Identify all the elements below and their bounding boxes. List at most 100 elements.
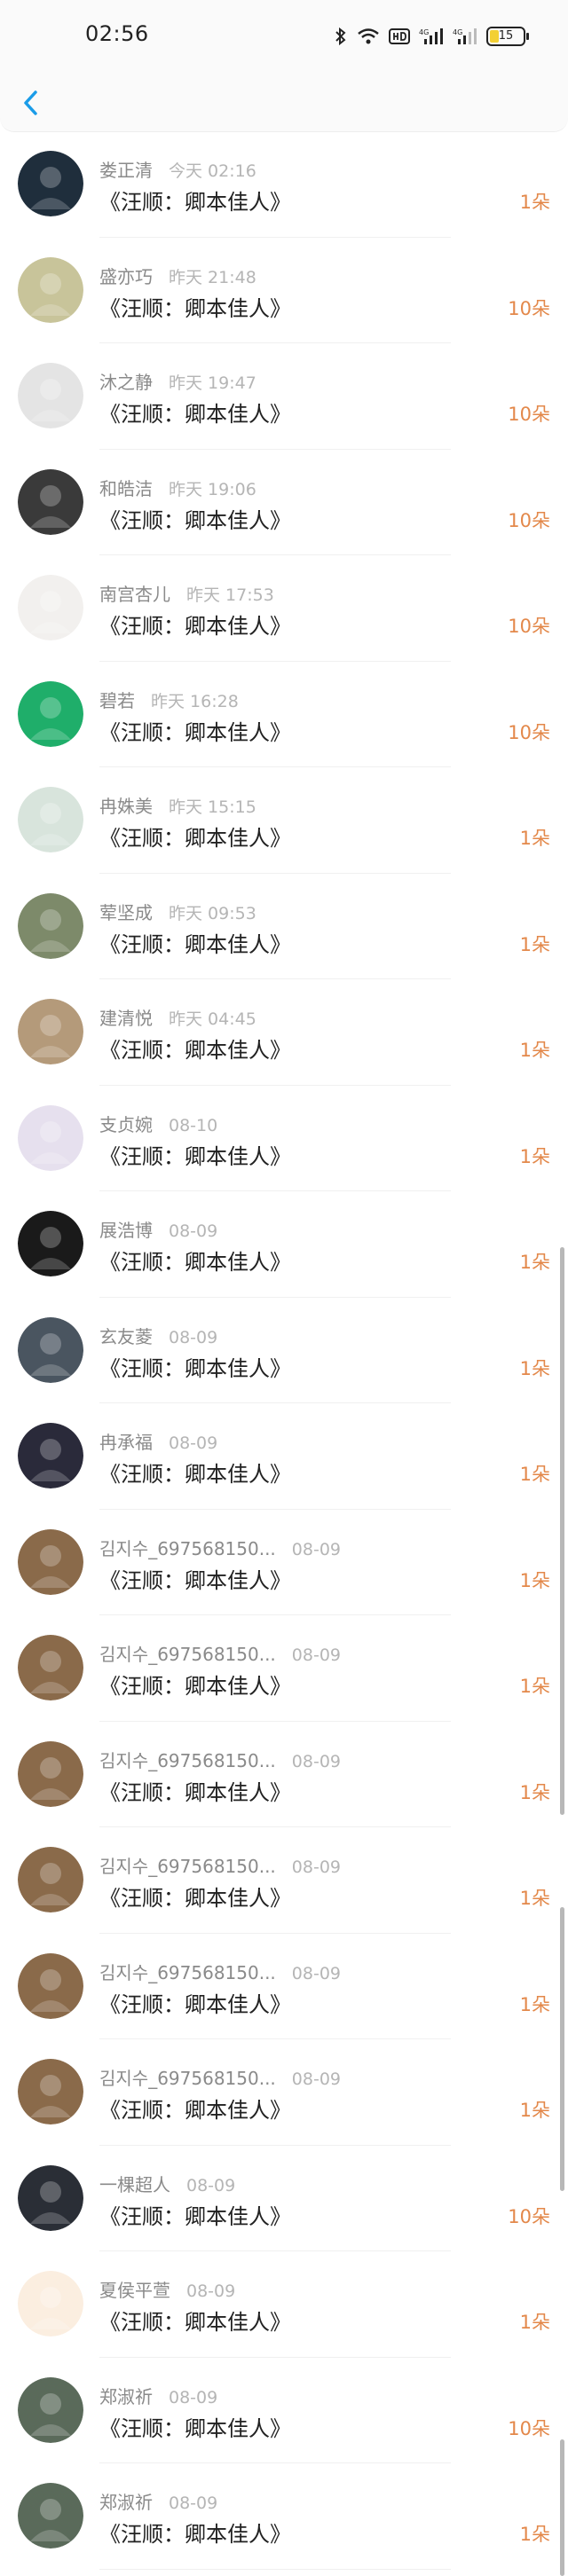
book-title[interactable]: 《汪顺：卿本佳人》 — [99, 1669, 291, 1700]
avatar[interactable] — [18, 2059, 83, 2124]
user-name[interactable]: 娄正清 — [99, 160, 153, 181]
list-item[interactable]: 支贞婉 08-10 《汪顺：卿本佳人》 1朵 — [0, 1086, 568, 1191]
flower-count: 10朵 — [508, 404, 550, 425]
avatar[interactable] — [18, 1211, 83, 1276]
list-item[interactable]: 玄友菱 08-09 《汪顺：卿本佳人》 1朵 — [0, 1298, 568, 1403]
book-title[interactable]: 《汪顺：卿本佳人》 — [99, 397, 291, 428]
book-title[interactable]: 《汪顺：卿本佳人》 — [99, 185, 291, 216]
book-title[interactable]: 《汪顺：卿本佳人》 — [99, 1139, 291, 1170]
user-name[interactable]: 和皓洁 — [99, 478, 153, 499]
book-title[interactable]: 《汪顺：卿本佳人》 — [99, 1457, 291, 1488]
avatar[interactable] — [18, 787, 83, 852]
avatar[interactable] — [18, 1952, 83, 2019]
list-item[interactable]: 김지수_697568150... 08-09 《汪顺：卿本佳人》 1朵 — [0, 1827, 568, 1934]
list-item[interactable]: 娄正清 今天 02:16 《汪顺：卿本佳人》 1朵 — [0, 131, 568, 238]
user-name[interactable]: 沐之静 — [99, 372, 153, 393]
user-name[interactable]: 김지수_697568150... — [99, 1644, 276, 1665]
book-title[interactable]: 《汪顺：卿本佳人》 — [99, 1033, 291, 1064]
avatar[interactable] — [18, 1316, 83, 1383]
user-name[interactable]: 郑淑祈 — [99, 2492, 153, 2513]
book-title[interactable]: 《汪顺：卿本佳人》 — [99, 1987, 291, 2018]
avatar[interactable] — [18, 1635, 83, 1700]
list-item[interactable]: 김지수_697568150... 08-09 《汪顺：卿本佳人》 1朵 — [0, 1722, 568, 1827]
avatar[interactable] — [18, 2376, 83, 2443]
avatar[interactable] — [18, 1847, 83, 1912]
list-item[interactable]: 一棵超人 08-09 《汪顺：卿本佳人》 10朵 — [0, 2146, 568, 2251]
list-item[interactable]: 和皓洁 昨天 19:06 《汪顺：卿本佳人》 10朵 — [0, 450, 568, 555]
user-name[interactable]: 一棵超人 — [99, 2174, 170, 2195]
book-title[interactable]: 《汪顺：卿本佳人》 — [99, 2411, 291, 2442]
avatar[interactable] — [18, 2483, 83, 2549]
user-name[interactable]: 김지수_697568150... — [99, 1538, 276, 1559]
avatar[interactable] — [18, 999, 83, 1064]
book-title[interactable]: 《汪顺：卿本佳人》 — [99, 503, 291, 534]
user-name[interactable]: 김지수_697568150... — [99, 1856, 276, 1877]
list-item[interactable]: 展浩博 08-09 《汪顺：卿本佳人》 1朵 — [0, 1191, 568, 1298]
avatar[interactable] — [18, 363, 83, 428]
list-item[interactable]: 冉承福 08-09 《汪顺：卿本佳人》 1朵 — [0, 1403, 568, 1510]
user-name[interactable]: 김지수_697568150... — [99, 2068, 276, 2089]
book-title[interactable]: 《汪顺：卿本佳人》 — [99, 1775, 291, 1806]
scrollbar-lower[interactable] — [560, 1907, 564, 2191]
list-item[interactable]: 建清悦 昨天 04:45 《汪顺：卿本佳人》 1朵 — [0, 979, 568, 1086]
book-title[interactable]: 《汪顺：卿本佳人》 — [99, 291, 291, 322]
book-title[interactable]: 《汪顺：卿本佳人》 — [99, 609, 291, 640]
book-title[interactable]: 《汪顺：卿本佳人》 — [99, 1563, 291, 1594]
list-item[interactable]: 김지수_697568150... 08-09 《汪顺：卿本佳人》 1朵 — [0, 1510, 568, 1615]
list-item[interactable]: 盛亦巧 昨天 21:48 《汪顺：卿本佳人》 10朵 — [0, 238, 568, 343]
user-name[interactable]: 碧若 — [99, 690, 135, 711]
list-item[interactable]: 김지수_697568150... 08-09 《汪顺：卿本佳人》 1朵 — [0, 2039, 568, 2146]
scrollbar[interactable] — [560, 1247, 564, 1815]
user-name[interactable]: 建清悦 — [99, 1008, 153, 1029]
book-title[interactable]: 《汪顺：卿本佳人》 — [99, 2517, 291, 2548]
user-name[interactable]: 김지수_697568150... — [99, 1750, 276, 1771]
list-item[interactable]: 郑淑祈 08-09 《汪顺：卿本佳人》 10朵 — [0, 2358, 568, 2463]
avatar[interactable] — [18, 256, 83, 323]
book-title[interactable]: 《汪顺：卿本佳人》 — [99, 821, 291, 852]
book-title[interactable]: 《汪顺：卿本佳人》 — [99, 1881, 291, 1912]
avatar[interactable] — [18, 468, 83, 535]
book-title[interactable]: 《汪顺：卿本佳人》 — [99, 2305, 291, 2336]
list-item[interactable]: 夏侯平萱 08-09 《汪顺：卿本佳人》 1朵 — [0, 2251, 568, 2358]
avatar[interactable] — [18, 1740, 83, 1807]
user-name[interactable]: 展浩博 — [99, 1220, 153, 1241]
list-item[interactable]: 冉姝美 昨天 15:15 《汪顺：卿本佳人》 1朵 — [0, 767, 568, 874]
user-name[interactable]: 玄友菱 — [99, 1326, 153, 1347]
user-name[interactable]: 盛亦巧 — [99, 266, 153, 287]
user-name[interactable]: 支贞婉 — [99, 1114, 153, 1135]
list-item[interactable]: 南宫杏儿 昨天 17:53 《汪顺：卿本佳人》 10朵 — [0, 555, 568, 662]
user-name[interactable]: 김지수_697568150... — [99, 1962, 276, 1983]
avatar[interactable] — [18, 575, 83, 640]
scrollbar-bottom[interactable] — [560, 2439, 564, 2576]
avatar[interactable] — [18, 2164, 83, 2231]
avatar[interactable] — [18, 2271, 83, 2336]
avatar[interactable] — [18, 680, 83, 747]
back-button[interactable] — [16, 87, 48, 119]
book-title[interactable]: 《汪顺：卿本佳人》 — [99, 1245, 291, 1276]
user-name[interactable]: 荤坚成 — [99, 902, 153, 923]
book-title[interactable]: 《汪顺：卿本佳人》 — [99, 715, 291, 746]
avatar[interactable] — [18, 892, 83, 959]
user-name[interactable]: 冉姝美 — [99, 796, 153, 817]
book-title[interactable]: 《汪顺：卿本佳人》 — [99, 2199, 291, 2230]
avatar[interactable] — [18, 1528, 83, 1595]
list-item[interactable]: 郑淑祈 08-09 《汪顺：卿本佳人》 1朵 — [0, 2463, 568, 2570]
list-item[interactable]: 碧若 昨天 16:28 《汪顺：卿本佳人》 10朵 — [0, 662, 568, 767]
user-name[interactable]: 南宫杏儿 — [99, 584, 170, 605]
list-item[interactable]: 荤坚成 昨天 09:53 《汪顺：卿本佳人》 1朵 — [0, 874, 568, 979]
avatar[interactable] — [18, 1423, 83, 1488]
book-title[interactable]: 《汪顺：卿本佳人》 — [99, 2093, 291, 2124]
user-name[interactable]: 郑淑祈 — [99, 2386, 153, 2407]
chevron-left-icon — [24, 90, 37, 115]
user-name-line: 郑淑祈 08-09 — [99, 2488, 217, 2514]
book-title[interactable]: 《汪顺：卿本佳人》 — [99, 927, 291, 958]
list-item[interactable]: 沐之静 昨天 19:47 《汪顺：卿本佳人》 10朵 — [0, 343, 568, 450]
user-name[interactable]: 冉承福 — [99, 1432, 153, 1453]
book-title[interactable]: 《汪顺：卿本佳人》 — [99, 1351, 291, 1382]
user-name[interactable]: 夏侯平萱 — [99, 2280, 170, 2301]
list-item[interactable]: 김지수_697568150... 08-09 《汪顺：卿本佳人》 1朵 — [0, 1934, 568, 2039]
avatar[interactable] — [18, 151, 83, 216]
list-item[interactable]: 김지수_697568150... 08-09 《汪顺：卿本佳人》 1朵 — [0, 1615, 568, 1722]
avatar[interactable] — [18, 1104, 83, 1171]
user-name-line: 建清悦 昨天 04:45 — [99, 1004, 256, 1030]
